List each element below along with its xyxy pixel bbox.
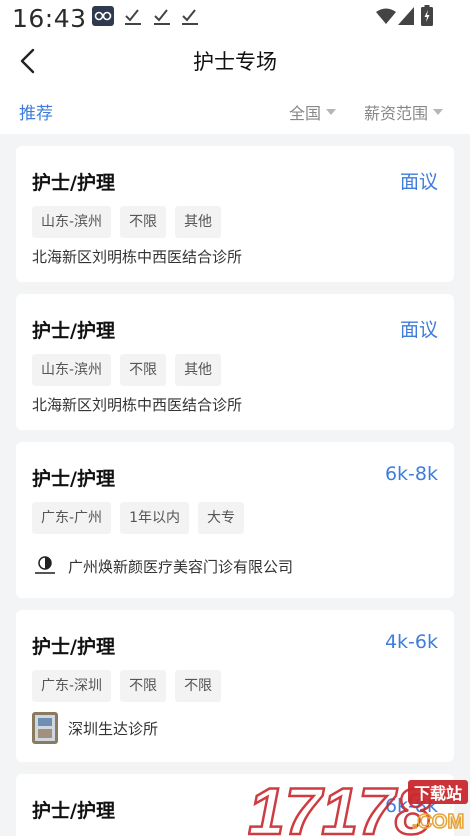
status-time: 16:43 [12, 4, 87, 33]
region-dropdown[interactable]: 全国 [289, 100, 337, 124]
education-tag: 不限 [175, 670, 222, 702]
job-tags: 广东-广州 1年以内 大专 [32, 502, 244, 534]
clinic-logo-icon [32, 553, 58, 579]
job-salary: 6k-8k [384, 463, 438, 485]
nav-bar: 护士专场 [0, 34, 470, 88]
experience-tag: 不限 [120, 670, 167, 702]
job-tags: 山东-滨州 不限 其他 [32, 354, 222, 386]
job-card[interactable]: 护士/护理 面议 山东-滨州 不限 其他 北海新区刘明栋中西医结合诊所 [16, 294, 454, 430]
education-tag: 其他 [175, 206, 222, 238]
caret-down-icon [326, 109, 337, 115]
watermark-number: 17178 [248, 774, 432, 836]
clinic-photo-logo-icon [32, 712, 58, 744]
wifi-icon [376, 8, 396, 24]
salary-range-dropdown-label: 薪资范围 [364, 104, 429, 123]
education-tag: 其他 [175, 354, 222, 386]
page-title: 护士专场 [193, 50, 277, 74]
filter-bar: 推荐 全国 薪资范围 [0, 88, 470, 134]
company-name: 广州焕新颜医疗美容门诊有限公司 [68, 557, 294, 576]
battery-icon [421, 5, 433, 26]
company-row: 北海新区刘明栋中西医结合诊所 [32, 394, 242, 415]
experience-tag: 不限 [120, 354, 167, 386]
experience-tag: 不限 [120, 206, 167, 238]
job-title: 护士/护理 [32, 636, 115, 658]
job-card[interactable]: 护士/护理 6k-8k 广东-广州 1年以内 大专 广州焕新颜医疗美容门诊有限公… [16, 442, 454, 598]
job-tags: 山东-滨州 不限 其他 [32, 206, 222, 238]
location-tag: 广东-深圳 [32, 670, 112, 702]
check-icon [154, 9, 170, 25]
company-name: 北海新区刘明栋中西医结合诊所 [32, 248, 243, 266]
download-site-watermark: 17178 下载站 .COM [248, 773, 468, 836]
company-name: 深圳生达诊所 [68, 719, 159, 738]
job-card[interactable]: 护士/护理 面议 山东-滨州 不限 其他 北海新区刘明栋中西医结合诊所 [16, 146, 454, 282]
job-title: 护士/护理 [32, 800, 115, 822]
location-tag: 山东-滨州 [32, 206, 112, 238]
status-bar: 16:43 [0, 0, 470, 34]
education-tag: 大专 [197, 502, 244, 534]
region-dropdown-label: 全国 [289, 104, 322, 123]
job-title: 护士/护理 [32, 468, 115, 490]
company-row: 深圳生达诊所 [32, 712, 158, 744]
job-salary: 面议 [399, 319, 438, 341]
job-salary: 面议 [399, 171, 438, 193]
check-icon [125, 9, 141, 25]
watermark-domain: .COM [412, 811, 464, 833]
salary-range-dropdown[interactable]: 薪资范围 [364, 100, 444, 124]
location-tag: 山东-滨州 [32, 354, 112, 386]
experience-tag: 1年以内 [120, 502, 189, 534]
watermark-site: 下载站 [414, 784, 462, 803]
company-row: 北海新区刘明栋中西医结合诊所 [32, 246, 242, 267]
job-salary: 4k-6k [384, 631, 438, 653]
company-name: 北海新区刘明栋中西医结合诊所 [32, 396, 243, 414]
app-notification-icon [92, 6, 114, 26]
job-title: 护士/护理 [32, 172, 115, 194]
caret-down-icon [433, 109, 444, 115]
filter-recommend-tab[interactable]: 推荐 [19, 99, 53, 124]
signal-icon [398, 7, 414, 25]
check-icon [182, 9, 198, 25]
company-row: 广州焕新颜医疗美容门诊有限公司 [32, 553, 293, 579]
location-tag: 广东-广州 [32, 502, 112, 534]
job-tags: 广东-深圳 不限 不限 [32, 670, 222, 702]
job-title: 护士/护理 [32, 320, 115, 342]
job-card[interactable]: 护士/护理 4k-6k 广东-深圳 不限 不限 深圳生达诊所 [16, 610, 454, 762]
